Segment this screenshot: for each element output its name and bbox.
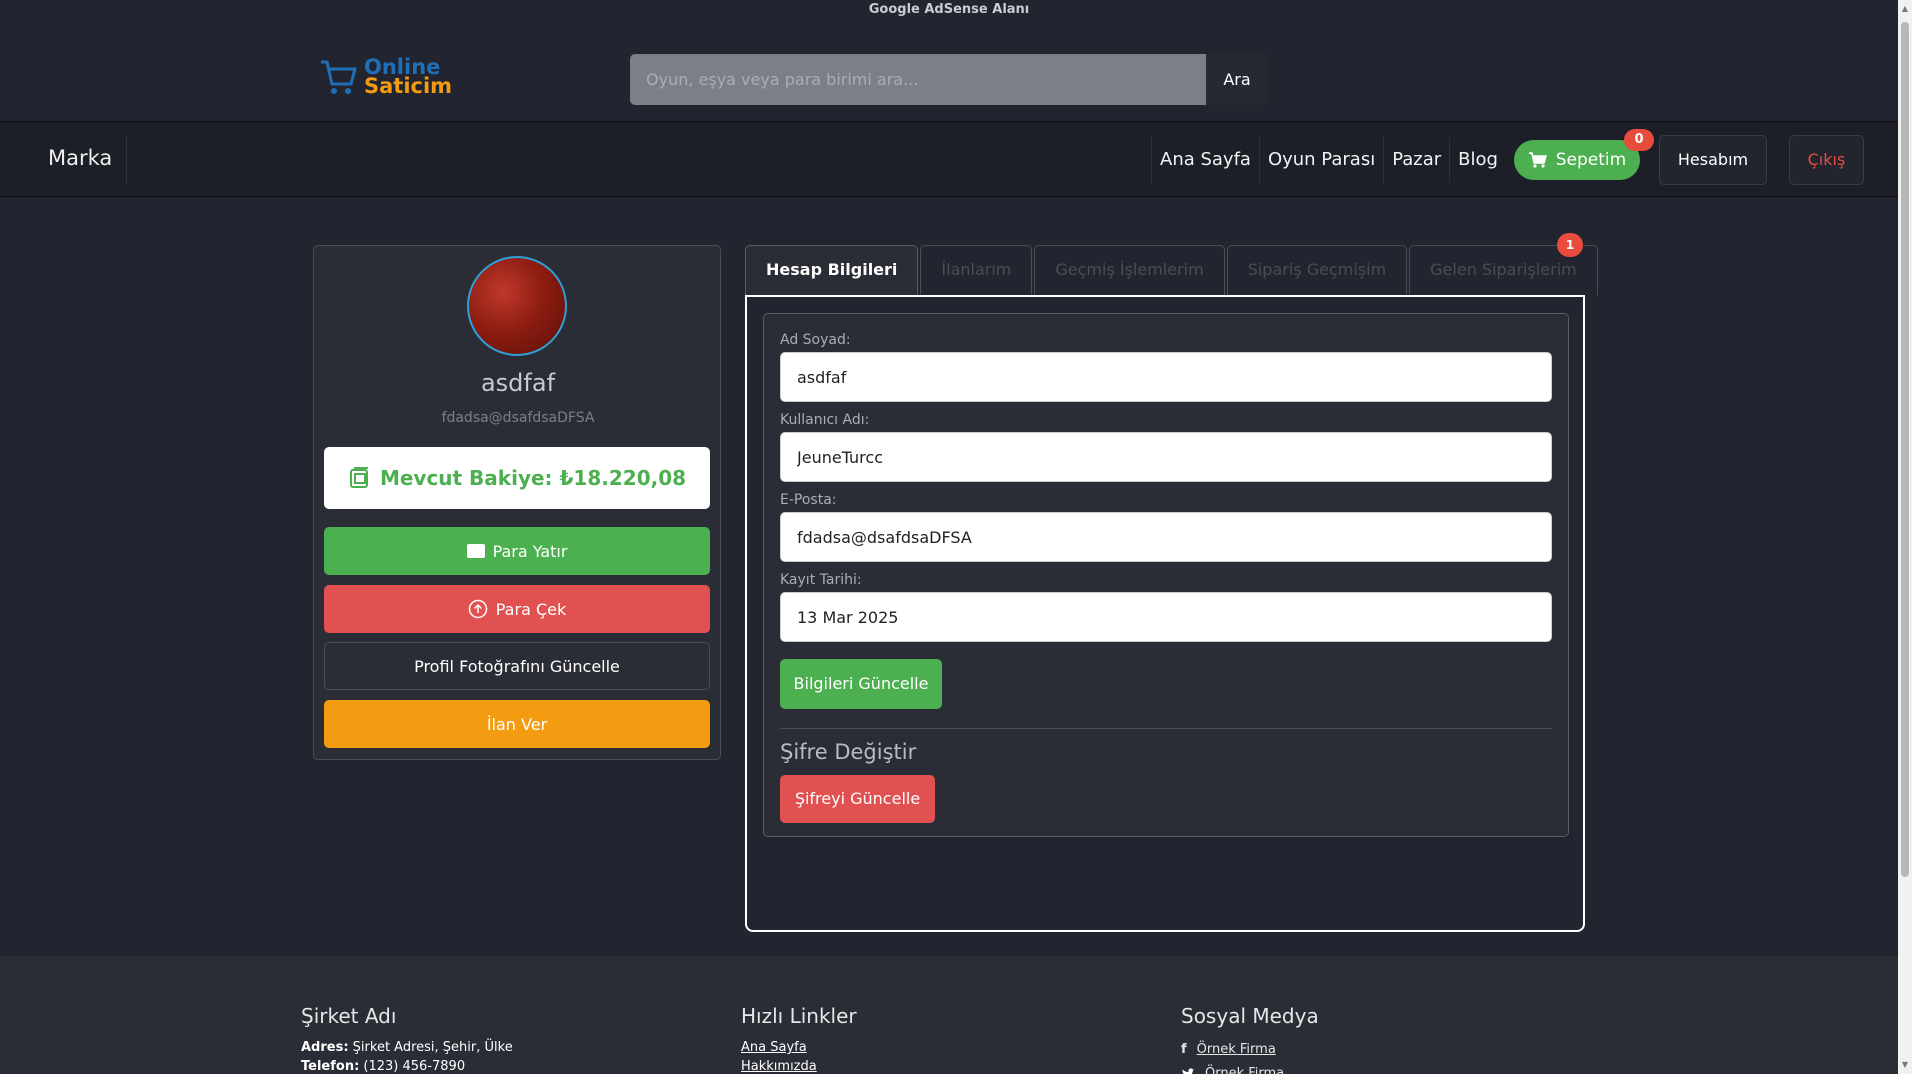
social-twitter[interactable]: Örnek Firma xyxy=(1181,1062,1319,1074)
logout-button[interactable]: Çıkış xyxy=(1789,135,1864,185)
profile-username: asdfaf xyxy=(480,369,556,397)
footer-phone-label: Telefon: xyxy=(301,1059,360,1074)
nav-link-blog[interactable]: Blog xyxy=(1449,137,1506,183)
footer-phone: Telefon: (123) 456-7890 xyxy=(301,1057,513,1074)
footer-address: Adres: Şirket Adresi, Şehir, Ülke xyxy=(301,1038,513,1057)
tab-account-info[interactable]: Hesap Bilgileri xyxy=(745,245,919,295)
footer-company-title: Şirket Adı xyxy=(301,1004,397,1028)
social-twitter-label: Örnek Firma xyxy=(1205,1066,1285,1074)
withdraw-button[interactable]: Para Çek xyxy=(324,585,710,633)
social-facebook[interactable]: f Örnek Firma xyxy=(1181,1038,1319,1062)
profile-card: asdfaf fdadsa@dsafdsaDFSA Mevcut Bakiye:… xyxy=(313,245,721,760)
form-divider xyxy=(780,728,1552,729)
withdraw-label: Para Çek xyxy=(495,599,567,619)
footer-social-title: Sosyal Medya xyxy=(1181,1004,1319,1028)
wallet-icon xyxy=(349,467,368,488)
footer-company: Şirket Adı Adres: Şirket Adresi, Şehir, … xyxy=(301,1004,513,1074)
shopping-cart-icon xyxy=(1528,152,1547,168)
account-button[interactable]: Hesabım xyxy=(1659,135,1767,185)
arrow-up-circle-icon xyxy=(468,599,487,619)
deposit-button[interactable]: Para Yatır xyxy=(324,527,710,575)
tab-my-listings[interactable]: İlanlarım xyxy=(920,245,1033,295)
tab-order-history[interactable]: Sipariş Geçmişim xyxy=(1226,245,1408,295)
nav-link-game-currency[interactable]: Oyun Parası xyxy=(1258,137,1383,183)
scroll-thumb[interactable] xyxy=(1901,22,1909,877)
balance-display: Mevcut Bakiye: ₺18.220,08 xyxy=(324,447,710,509)
ad-area-label: Google AdSense Alanı xyxy=(868,2,1030,17)
cart-logo-icon xyxy=(321,60,357,94)
profile-email: fdadsa@dsafdsaDFSA xyxy=(441,410,595,426)
footer-phone-value: (123) 456-7890 xyxy=(363,1059,466,1074)
balance-text: Mevcut Bakiye: ₺18.220,08 xyxy=(379,466,687,490)
footer: Şirket Adı Adres: Şirket Adresi, Şehir, … xyxy=(0,956,1898,1074)
footer-quick-links-title: Hızlı Linkler xyxy=(741,1004,857,1028)
post-ad-button[interactable]: İlan Ver xyxy=(324,700,710,748)
footer-link-home[interactable]: Ana Sayfa xyxy=(741,1038,857,1057)
site-logo[interactable]: Online Saticim xyxy=(318,56,452,98)
full-name-field[interactable] xyxy=(780,352,1552,402)
scroll-down-arrow-icon[interactable]: ▼ xyxy=(1901,1060,1909,1070)
cart-button[interactable]: Sepetim xyxy=(1514,140,1640,180)
footer-quick-links: Hızlı Linkler Ana Sayfa Hakkımızda xyxy=(741,1004,857,1074)
nav-links: Ana Sayfa Oyun Parası Pazar Blog xyxy=(1151,122,1506,198)
update-info-button[interactable]: Bilgileri Güncelle xyxy=(780,659,942,709)
search-button[interactable]: Ara xyxy=(1206,54,1268,105)
main-navbar: Marka Ana Sayfa Oyun Parası Pazar Blog S… xyxy=(0,121,1898,197)
username-field[interactable] xyxy=(780,432,1552,482)
logo-text-saticim: Saticim xyxy=(364,74,453,98)
nav-link-market[interactable]: Pazar xyxy=(1383,137,1449,183)
footer-social: Sosyal Medya f Örnek Firma Örnek Firma xyxy=(1181,1004,1319,1074)
footer-address-value: Şirket Adresi, Şehir, Ülke xyxy=(352,1040,513,1055)
update-photo-button[interactable]: Profil Fotoğrafını Güncelle xyxy=(324,642,710,690)
navbar-brand[interactable]: Marka xyxy=(48,146,112,170)
cart-count-badge: 0 xyxy=(1624,129,1654,151)
avatar xyxy=(467,256,567,356)
scroll-up-arrow-icon[interactable]: ▲ xyxy=(1901,4,1909,14)
social-facebook-label: Örnek Firma xyxy=(1196,1042,1276,1057)
twitter-icon xyxy=(1182,1068,1195,1074)
email-label: E-Posta: xyxy=(780,492,837,508)
change-password-title: Şifre Değiştir xyxy=(780,740,917,764)
money-icon xyxy=(466,544,485,558)
username-label: Kullanıcı Adı: xyxy=(780,412,870,428)
tab-content-panel: Ad Soyad: Kullanıcı Adı: E-Posta: Kayıt … xyxy=(745,295,1585,932)
email-field[interactable] xyxy=(780,512,1552,562)
footer-link-about[interactable]: Hakkımızda xyxy=(741,1057,857,1074)
update-password-button[interactable]: Şifreyi Güncelle xyxy=(780,775,935,823)
account-tabs: Hesap Bilgileri İlanlarım Geçmiş İşlemle… xyxy=(745,245,1600,295)
register-date-label: Kayıt Tarihi: xyxy=(780,572,862,588)
search-bar: Ara xyxy=(630,54,1268,105)
facebook-icon: f xyxy=(1181,1042,1187,1057)
brand-divider xyxy=(126,134,127,186)
footer-address-label: Adres: xyxy=(301,1040,349,1055)
account-form: Ad Soyad: Kullanıcı Adı: E-Posta: Kayıt … xyxy=(763,313,1569,837)
nav-link-home[interactable]: Ana Sayfa xyxy=(1151,137,1259,183)
page-scrollbar[interactable]: ▲ ▼ xyxy=(1898,0,1912,1074)
incoming-orders-badge: 1 xyxy=(1557,233,1583,257)
deposit-label: Para Yatır xyxy=(492,541,568,561)
full-name-label: Ad Soyad: xyxy=(780,332,851,348)
tab-transaction-history[interactable]: Geçmiş İşlemlerim xyxy=(1034,245,1225,295)
register-date-field[interactable] xyxy=(780,592,1552,642)
cart-label: Sepetim xyxy=(1555,150,1627,170)
search-input[interactable] xyxy=(630,54,1206,105)
